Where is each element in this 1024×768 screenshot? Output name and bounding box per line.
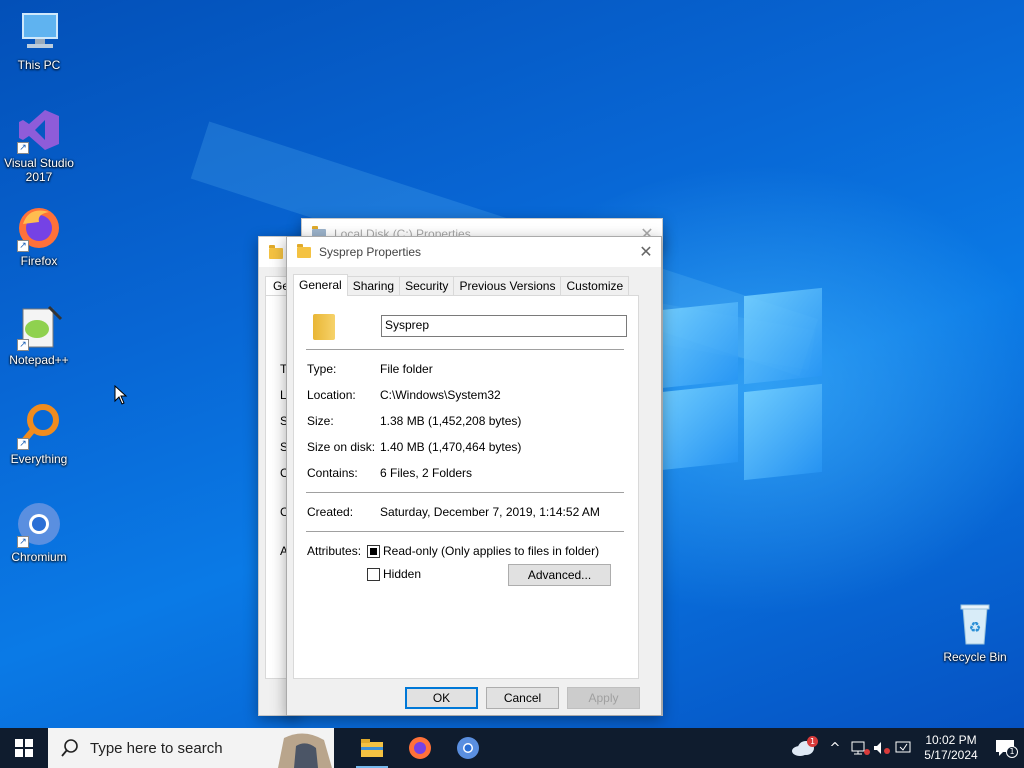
desktop-icon-notepadpp[interactable]: ↗ Notepad++ — [1, 303, 77, 367]
volume-muted-icon[interactable] — [872, 740, 894, 756]
tab-security[interactable]: Security — [399, 276, 455, 296]
field-value: 1.40 MB (1,470,464 bytes) — [380, 440, 522, 454]
notification-badge: 1 — [1006, 746, 1018, 758]
tab-general[interactable]: General — [293, 274, 348, 296]
search-placeholder: Type here to search — [90, 739, 223, 757]
field-value: 1.38 MB (1,452,208 bytes) — [380, 414, 522, 428]
shortcut-arrow-icon: ↗ — [17, 142, 29, 154]
chromium-icon: ↗ — [15, 500, 63, 548]
desktop-icon-visual-studio[interactable]: ↗ Visual Studio 2017 — [1, 106, 77, 184]
field-label: Created: — [307, 505, 354, 519]
taskbar-search-box[interactable]: Type here to search — [48, 728, 334, 768]
field-value: 6 Files, 2 Folders — [380, 466, 473, 480]
cancel-button[interactable]: Cancel — [486, 687, 559, 709]
dialog-titlebar[interactable]: Sysprep Properties — [287, 237, 661, 267]
folder-icon — [269, 245, 283, 259]
apply-button[interactable]: Apply — [567, 687, 640, 709]
dialog-title: Sysprep Properties — [319, 245, 422, 259]
shortcut-arrow-icon: ↗ — [17, 339, 29, 351]
taskbar-chromium[interactable] — [444, 728, 492, 768]
mouse-cursor-icon — [114, 385, 128, 405]
firefox-icon — [409, 737, 431, 759]
folder-icon — [313, 314, 335, 340]
search-highlight-icon — [278, 733, 332, 768]
start-button[interactable] — [0, 728, 48, 768]
chevron-up-icon[interactable]: ^ — [820, 741, 850, 756]
folder-icon — [297, 243, 311, 258]
windows-logo-wallpaper — [662, 287, 822, 484]
windows-start-icon — [15, 739, 33, 757]
field-label: Contains: — [307, 466, 358, 480]
recycle-bin-icon: ♻ — [951, 600, 999, 648]
search-icon — [61, 739, 78, 757]
taskbar-file-explorer[interactable] — [348, 728, 396, 768]
chromium-icon — [457, 737, 479, 759]
shortcut-arrow-icon: ↗ — [17, 536, 29, 548]
notepadpp-icon: ↗ — [15, 303, 63, 351]
desktop-icon-label: Notepad++ — [9, 353, 69, 367]
desktop-icon-label: This PC — [17, 58, 61, 72]
clock-date: 5/17/2024 — [924, 748, 978, 762]
desktop-icon-label: Visual Studio 2017 — [4, 156, 74, 184]
taskbar-firefox[interactable] — [396, 728, 444, 768]
folder-name-input[interactable]: Sysprep — [381, 315, 627, 337]
field-value: Saturday, December 7, 2019, 1:14:52 AM — [380, 505, 600, 519]
field-value: File folder — [380, 362, 433, 376]
tab-previous-versions[interactable]: Previous Versions — [453, 276, 562, 296]
hidden-label: Hidden — [383, 567, 422, 581]
display-icon[interactable] — [894, 740, 916, 756]
desktop-icon-recycle-bin[interactable]: ♻ Recycle Bin — [937, 600, 1013, 664]
desktop-icon-label: Firefox — [20, 254, 58, 268]
visual-studio-icon: ↗ — [15, 106, 63, 154]
desktop-icon-everything[interactable]: ↗ Everything — [1, 402, 77, 466]
close-icon[interactable]: ✕ — [631, 237, 661, 267]
tab-sharing[interactable]: Sharing — [346, 276, 401, 296]
desktop: This PC ↗ Visual Studio 2017 ↗ Firefox ↗… — [0, 0, 1024, 728]
computer-icon — [15, 8, 63, 56]
file-explorer-icon — [361, 739, 383, 757]
tab-strip: General Sharing Security Previous Versio… — [293, 274, 630, 296]
hidden-checkbox[interactable] — [367, 568, 380, 581]
taskbar: Type here to search 1 ^ 10:02 PM 5/17/20 — [0, 728, 1024, 768]
desktop-icon-this-pc[interactable]: This PC — [1, 8, 77, 72]
desktop-icon-chromium[interactable]: ↗ Chromium — [1, 500, 77, 564]
firefox-icon: ↗ — [15, 204, 63, 252]
svg-text:♻: ♻ — [969, 620, 982, 636]
general-panel: Sysprep Type: File folder Location: C:\W… — [293, 295, 639, 679]
weather-widget[interactable]: 1 — [786, 728, 820, 768]
action-center-button[interactable]: 1 — [986, 728, 1024, 768]
tab-customize[interactable]: Customize — [560, 276, 630, 296]
shortcut-arrow-icon: ↗ — [17, 240, 29, 252]
readonly-checkbox[interactable] — [367, 545, 380, 558]
ok-button[interactable]: OK — [405, 687, 478, 709]
taskbar-clock[interactable]: 10:02 PM 5/17/2024 — [916, 733, 986, 763]
desktop-icon-label: Recycle Bin — [943, 650, 1007, 664]
desktop-icon-firefox[interactable]: ↗ Firefox — [1, 204, 77, 268]
advanced-button[interactable]: Advanced... — [508, 564, 611, 586]
sysprep-properties-dialog[interactable]: Sysprep Properties ✕ General Sharing Sec… — [286, 236, 662, 716]
shortcut-arrow-icon: ↗ — [17, 438, 29, 450]
readonly-label: Read-only (Only applies to files in fold… — [383, 544, 600, 558]
field-label: Type: — [307, 362, 337, 376]
system-tray: 1 ^ 10:02 PM 5/17/2024 1 — [786, 728, 1024, 768]
divider — [306, 531, 624, 532]
desktop-icon-label: Chromium — [11, 550, 67, 564]
field-label: Size: — [307, 414, 334, 428]
everything-search-icon: ↗ — [15, 402, 63, 450]
field-label: Location: — [307, 388, 356, 402]
field-value: C:\Windows\System32 — [380, 388, 501, 402]
weather-badge: 1 — [807, 736, 818, 747]
field-label: Size on disk: — [307, 440, 376, 454]
clock-time: 10:02 PM — [925, 733, 977, 747]
desktop-icon-label: Everything — [10, 452, 68, 466]
network-icon[interactable] — [850, 740, 872, 756]
divider — [306, 349, 624, 350]
divider — [306, 492, 624, 493]
